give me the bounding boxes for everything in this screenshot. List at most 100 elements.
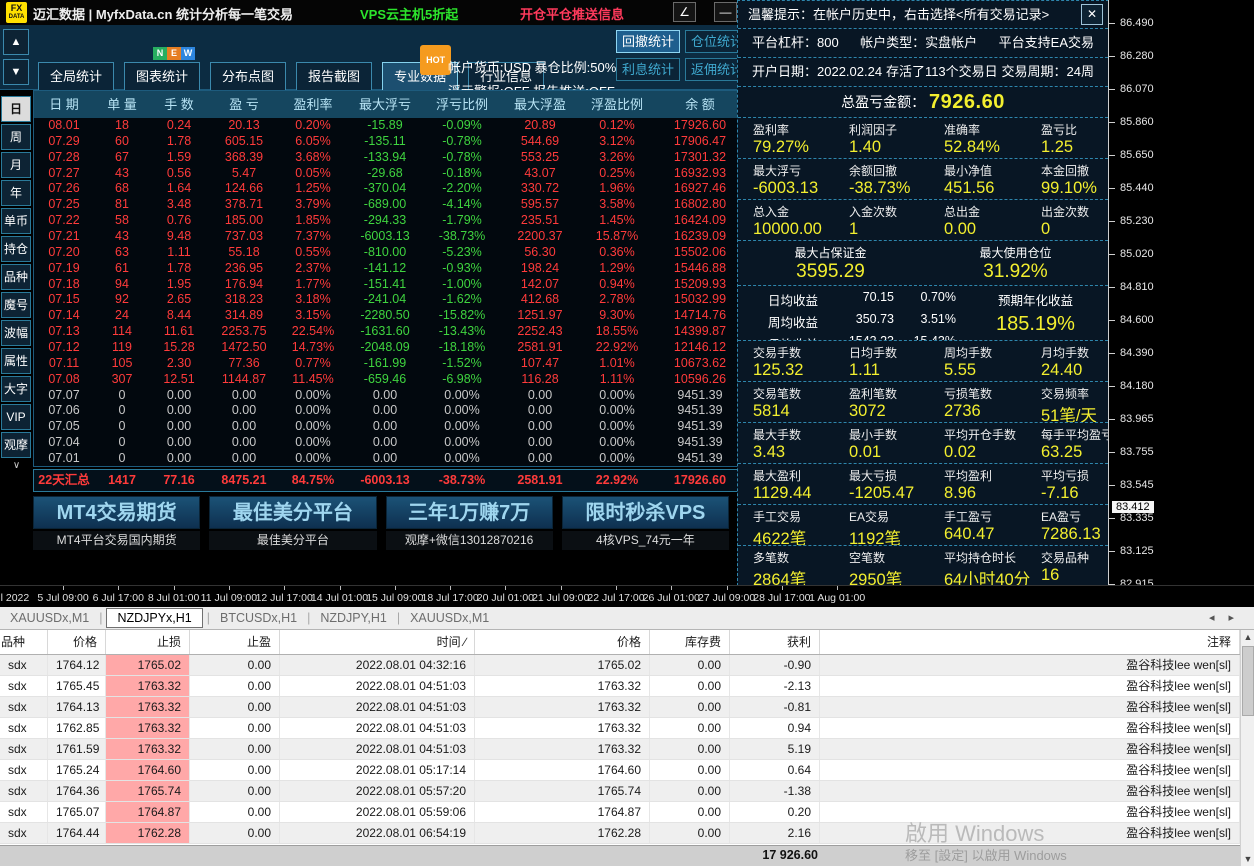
vps-promo-link[interactable]: VPS云主机5折起	[360, 4, 458, 23]
sidebar-item-观摩[interactable]: 观摩	[1, 432, 31, 458]
table-row[interactable]: 07.07 0 0.00 0.00 0.00% 0.00 0.00% 0.00 0.00% 945…	[34, 388, 744, 404]
trade-row[interactable]: sdx 1764.12 1765.02 0.00 2022.08.01 04:32:16…	[0, 655, 1240, 676]
trade-column-header[interactable]: 止盈	[190, 630, 280, 654]
table-row[interactable]: 07.18 94 1.95 176.94 1.77% -151.41 -1.00% 142.0…	[34, 277, 744, 293]
sidebar-item-周[interactable]: 周	[1, 124, 31, 150]
trade-column-header[interactable]: 获利	[730, 630, 820, 654]
chart-tab-XAUUSDx,M1[interactable]: XAUUSDx,M1	[0, 609, 99, 627]
scroll-down-button[interactable]: ▼	[3, 59, 29, 85]
tab-scroll-arrows[interactable]: ◂▸	[1209, 611, 1248, 624]
chart-tab-NZDJPY,H1[interactable]: NZDJPY,H1	[310, 609, 396, 627]
table-row[interactable]: 07.25 81 3.48 378.71 3.79% -689.00 -4.14% 595.5…	[34, 197, 744, 213]
trade-row[interactable]: sdx 1764.13 1763.32 0.00 2022.08.01 04:51:03…	[0, 697, 1240, 718]
scrollbar-thumb[interactable]	[1242, 646, 1254, 716]
table-row[interactable]: 07.15 92 2.65 318.23 3.18% -241.04 -1.62% 412.6…	[34, 292, 744, 308]
ad-banner[interactable]: 最佳美分平台 最佳美分平台	[209, 496, 377, 550]
stat-label: 最大盈利	[753, 469, 802, 483]
trade-row[interactable]: sdx 1765.07 1764.87 0.00 2022.08.01 05:59:06…	[0, 802, 1240, 823]
sidebar-item-属性[interactable]: 属性	[1, 348, 31, 374]
toolbar-button-报告截图[interactable]: 报告截图	[296, 62, 373, 92]
trade-row[interactable]: sdx 1762.85 1763.32 0.00 2022.08.01 04:51:03…	[0, 718, 1240, 739]
push-promo-link[interactable]: 开仓平仓推送信息	[520, 4, 624, 23]
stat-value: 5814	[753, 402, 790, 420]
toolbar-button-全局统计[interactable]: 全局统计	[38, 62, 115, 92]
table-row[interactable]: 07.06 0 0.00 0.00 0.00% 0.00 0.00% 0.00 0.00% 945…	[34, 403, 744, 419]
toolbar-button-专业数据[interactable]: 专业数据 HOT	[382, 45, 459, 92]
trade-row[interactable]: sdx 1764.36 1765.74 0.00 2022.08.01 05:57:20…	[0, 781, 1240, 802]
table-row[interactable]: 07.29 60 1.78 605.15 6.05% -135.11 -0.78% 544.6…	[34, 134, 744, 150]
sidebar-item-VIP[interactable]: VIP	[1, 404, 31, 430]
summary-cell: 2581.91	[517, 473, 563, 487]
scrollbar-up-icon[interactable]: ▲	[1241, 630, 1254, 644]
trade-cell: 0.00	[190, 802, 280, 822]
sidebar-item-品种[interactable]: 品种	[1, 264, 31, 290]
stat-item: 每手平均盈亏 63.25	[1041, 423, 1108, 463]
table-row[interactable]: 07.01 0 0.00 0.00 0.00% 0.00 0.00% 0.00 0.00% 945…	[34, 451, 744, 467]
chart-tab-NZDJPYx,H1[interactable]: NZDJPYx,H1	[106, 608, 203, 628]
trade-column-header[interactable]: 价格	[475, 630, 650, 654]
sidebar-chevron-icon[interactable]: ∨	[1, 460, 32, 471]
table-row[interactable]: 07.11 105 2.30 77.36 0.77% -161.99 -1.52% 107.4…	[34, 356, 744, 372]
table-row[interactable]: 07.28 67 1.59 368.39 3.68% -133.94 -0.78% 553.2…	[34, 150, 744, 166]
stat-label: EA盈亏	[1041, 510, 1082, 524]
trade-column-header[interactable]: 价格	[48, 630, 106, 654]
close-icon[interactable]: ✕	[1081, 4, 1103, 25]
chart-tab-XAUUSDx,M1[interactable]: XAUUSDx,M1	[400, 609, 499, 627]
trade-row[interactable]: sdx 1761.59 1763.32 0.00 2022.08.01 04:51:03…	[0, 739, 1240, 760]
chart-tab-BTCUSDx,H1[interactable]: BTCUSDx,H1	[210, 609, 307, 627]
ad-banner[interactable]: 三年1万赚7万 观摩+微信13012870216	[385, 496, 553, 550]
price-tick	[1109, 287, 1115, 288]
sidebar-item-波幅[interactable]: 波幅	[1, 320, 31, 346]
trade-column-header[interactable]: 品种	[0, 630, 48, 654]
angle-tool-button[interactable]: ∠	[673, 2, 696, 22]
app-title: 迈汇数据 | MyfxData.cn 统计分析每一笔交易	[33, 7, 294, 22]
cell: 737.03	[224, 229, 264, 244]
table-row[interactable]: 07.05 0 0.00 0.00 0.00% 0.00 0.00% 0.00 0.00% 945…	[34, 419, 744, 435]
table-row[interactable]: 07.12 119 15.28 1472.50 14.73% -2048.09 -18.18…	[34, 340, 744, 356]
trade-column-header[interactable]: 注释	[820, 630, 1240, 654]
table-row[interactable]: 07.22 58 0.76 185.00 1.85% -294.33 -1.79% 235.5…	[34, 213, 744, 229]
price-tick	[1109, 188, 1115, 189]
trade-row[interactable]: sdx 1765.45 1763.32 0.00 2022.08.01 04:51:03…	[0, 676, 1240, 697]
sidebar-item-单币[interactable]: 单币	[1, 208, 31, 234]
toolbar-button-图表统计[interactable]: 图表统计 N E W	[124, 47, 201, 92]
table-row[interactable]: 07.21 43 9.48 737.03 7.37% -6003.13 -38.73% 220…	[34, 229, 744, 245]
time-label: 22 Jul 17:00	[587, 592, 645, 604]
sidebar-item-日[interactable]: 日	[1, 96, 31, 122]
minimize-button[interactable]: —	[714, 2, 737, 22]
vertical-scrollbar[interactable]: ▲ ▼	[1240, 630, 1254, 866]
table-row[interactable]: 07.19 61 1.78 236.95 2.37% -141.12 -0.93% 198.2…	[34, 261, 744, 277]
table-row[interactable]: 07.27 43 0.56 5.47 0.05% -29.68 -0.18% 43.07 0.2…	[34, 166, 744, 182]
sidebar-item-魔号[interactable]: 魔号	[1, 292, 31, 318]
table-row[interactable]: 07.14 24 8.44 314.89 3.15% -2280.50 -15.82% 125…	[34, 308, 744, 324]
toolbar-button-分布点图[interactable]: 分布点图	[210, 62, 287, 92]
table-row[interactable]: 07.26 68 1.64 124.66 1.25% -370.04 -2.20% 330.7…	[34, 181, 744, 197]
scroll-up-button[interactable]: ▲	[3, 29, 29, 55]
stat-button-利息统计[interactable]: 利息统计	[616, 58, 680, 81]
table-row[interactable]: 07.20 63 1.11 55.18 0.55% -810.00 -5.23% 56.30 0…	[34, 245, 744, 261]
table-row[interactable]: 07.13 114 11.61 2253.75 22.54% -1631.60 -13.43…	[34, 324, 744, 340]
stat-value: 3072	[849, 402, 886, 420]
windows-watermark-line2: 移至 [設定] 以啟用 Windows	[905, 848, 1067, 863]
trade-column-header[interactable]: 止损	[106, 630, 190, 654]
ad-banner[interactable]: 限时秒杀VPS 4核VPS_74元一年	[561, 496, 729, 550]
table-row[interactable]: 07.08 307 12.51 1144.87 11.45% -659.46 -6.98% 1…	[34, 372, 744, 388]
ad-banner[interactable]: MT4交易期货 MT4平台交易国内期货	[33, 496, 201, 550]
stat-label: 最大浮亏	[753, 164, 802, 178]
sidebar-item-年[interactable]: 年	[1, 180, 31, 206]
sidebar-item-大字[interactable]: 大字	[1, 376, 31, 402]
table-row[interactable]: 07.04 0 0.00 0.00 0.00% 0.00 0.00% 0.00 0.00% 945…	[34, 435, 744, 451]
table-row[interactable]: 08.01 18 0.24 20.13 0.20% -15.89 -0.09% 20.89 0.…	[34, 118, 744, 134]
cell: 114	[112, 324, 132, 339]
stat-button-回撤统计[interactable]: 回撤统计	[616, 30, 680, 53]
trade-row[interactable]: sdx 1764.44 1762.28 0.00 2022.08.01 06:54:19…	[0, 823, 1240, 844]
trade-row[interactable]: sdx 1765.24 1764.60 0.00 2022.08.01 05:17:14…	[0, 760, 1240, 781]
trade-cell: 0.00	[190, 655, 280, 675]
scrollbar-down-icon[interactable]: ▼	[1241, 852, 1254, 866]
cell: 43	[115, 165, 129, 180]
sidebar-item-月[interactable]: 月	[1, 152, 31, 178]
trade-column-header[interactable]: 库存费	[650, 630, 730, 654]
sidebar-item-持仓[interactable]: 持仓	[1, 236, 31, 262]
cell: -659.46	[363, 371, 407, 386]
trade-column-header[interactable]: 时间 ∕	[280, 630, 475, 654]
